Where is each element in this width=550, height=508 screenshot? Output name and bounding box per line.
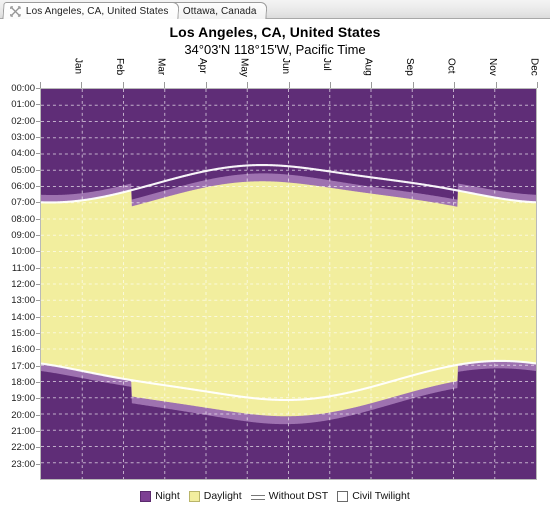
y-tick-label-1700: 17:00 [11, 360, 35, 372]
page-title: Los Angeles, CA, United States [169, 24, 381, 40]
y-tick-label-0700: 07:00 [11, 197, 35, 209]
x-tick-label-jun: Jun [279, 58, 291, 75]
y-tick-label-1300: 13:00 [11, 295, 35, 307]
y-tick-label-0400: 04:00 [11, 148, 35, 160]
without-dst-line-icon [250, 491, 265, 502]
y-tick-label-0300: 03:00 [11, 132, 35, 143]
y-tick-label-0800: 08:00 [11, 213, 35, 225]
x-tick-label-sep: Sep [404, 58, 416, 76]
legend-label: Night [155, 490, 180, 502]
y-tick-label-0000: 00:00 [11, 83, 35, 94]
legend-label: Civil Twilight [352, 490, 410, 502]
y-tick-label-1900: 19:00 [11, 393, 35, 405]
x-tick-label-jan: Jan [72, 58, 84, 75]
chart-plot-area [41, 89, 536, 479]
y-tick-label-2000: 20:00 [11, 409, 35, 421]
legend-item-night[interactable]: Night [140, 490, 180, 502]
x-tick-label-aug: Aug [362, 58, 374, 76]
y-tick-label-1400: 14:00 [11, 311, 35, 323]
chart-legend: Night Daylight Without DST Civil Twilight [0, 488, 550, 504]
close-icon[interactable] [9, 5, 21, 17]
y-tick-label-1200: 12:00 [11, 279, 35, 290]
y-tick-label-0600: 06:00 [11, 181, 35, 192]
y-tick-label-0200: 02:00 [11, 115, 35, 127]
x-tick-label-feb: Feb [114, 58, 126, 76]
y-tick-label-1800: 18:00 [11, 377, 35, 388]
x-tick-label-dec: Dec [528, 58, 540, 76]
tab-label: Ottawa, Canada [182, 5, 257, 17]
y-tick-label-2300: 23:00 [11, 458, 35, 470]
legend-swatch-civil-twilight-icon [337, 490, 349, 502]
legend-swatch-night-icon [140, 490, 152, 502]
y-tick-label-0100: 01:00 [11, 99, 35, 111]
y-tick-label-1500: 15:00 [11, 328, 35, 339]
y-tick-label-1100: 11:00 [11, 262, 35, 274]
y-tick-label-0900: 09:00 [11, 230, 35, 241]
x-tick-mark [537, 82, 538, 88]
legend-swatch-daylight-icon [188, 490, 200, 502]
x-tick-label-mar: Mar [155, 58, 167, 76]
legend-label: Daylight [203, 490, 242, 502]
legend-item-daylight[interactable]: Daylight [188, 490, 242, 502]
y-tick-label-2200: 22:00 [11, 442, 35, 454]
x-tick-label-may: May [238, 58, 250, 77]
y-tick-label-0500: 05:00 [11, 164, 35, 176]
tab-los-angeles[interactable]: Los Angeles, CA, United States [2, 2, 180, 19]
legend-label: Without DST [268, 490, 329, 502]
legend-item-civil-twilight[interactable]: Civil Twilight [337, 490, 410, 502]
legend-item-without-dst[interactable]: Without DST [250, 490, 329, 502]
y-tick-label-2100: 21:00 [11, 426, 35, 437]
y-tick-label-1600: 16:00 [11, 344, 35, 356]
x-tick-label-apr: Apr [196, 58, 208, 74]
daylight-chart [40, 88, 537, 480]
tab-label: Los Angeles, CA, United States [25, 5, 169, 17]
x-tick-label-oct: Oct [445, 58, 457, 74]
x-tick-label-nov: Nov [486, 58, 498, 76]
page-subtitle: 34°03'N 118°15'W, Pacific Time [184, 42, 366, 57]
tab-bar: Los Angeles, CA, United States Ottawa, C… [0, 0, 550, 19]
y-tick-label-1000: 10:00 [11, 246, 35, 258]
x-tick-label-jul: Jul [321, 58, 333, 71]
